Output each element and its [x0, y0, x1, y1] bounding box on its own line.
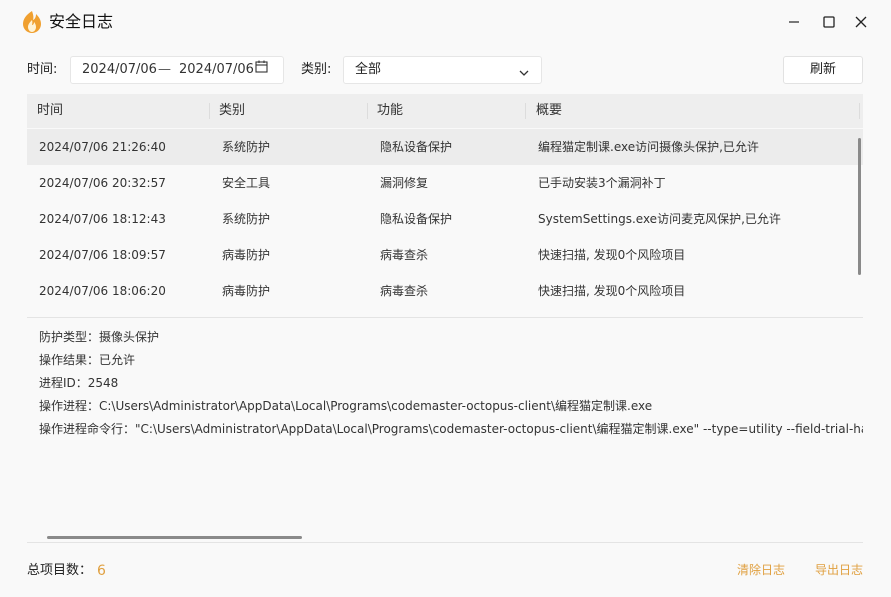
cell-summary: 已手动安装3个漏洞补丁 — [538, 176, 666, 190]
total-items-count: 6 — [97, 563, 106, 579]
cell-time: 2024/07/06 21:26:40 — [39, 140, 166, 154]
column-header-category[interactable]: 类别 — [219, 94, 245, 128]
table-row[interactable]: 2024/07/06 18:12:43 系统防护 隐私设备保护 SystemSe… — [27, 201, 863, 237]
log-table: 时间 类别 功能 概要 2024/07/06 21:26:40 系统防护 隐私设… — [27, 94, 863, 317]
filter-bar: 时间: 2024/07/06 — 2024/07/06 类别: 全部 刷新 — [0, 56, 891, 86]
close-icon — [855, 16, 867, 28]
flame-shield-icon — [22, 11, 42, 33]
cell-time: 2024/07/06 18:12:43 — [39, 212, 166, 226]
chevron-down-icon — [519, 66, 529, 81]
table-row[interactable]: 2024/07/06 21:26:40 系统防护 隐私设备保护 编程猫定制课.e… — [27, 129, 863, 165]
table-header: 时间 类别 功能 概要 — [27, 94, 863, 128]
date-to[interactable]: 2024/07/06 — [179, 57, 254, 83]
column-divider[interactable] — [367, 103, 368, 119]
minimize-button[interactable] — [779, 8, 809, 36]
detail-process-id: 进程ID：2548 — [39, 376, 119, 390]
divider — [27, 317, 863, 318]
time-filter-label: 时间: — [27, 62, 58, 77]
date-range-separator: — — [158, 62, 171, 77]
cell-time: 2024/07/06 18:06:20 — [39, 284, 166, 298]
total-items-label: 总项目数： — [27, 563, 93, 578]
column-divider[interactable] — [209, 103, 210, 119]
divider — [27, 542, 863, 543]
detail-protection-type: 防护类型：摄像头保护 — [39, 330, 160, 344]
cell-summary: 编程猫定制课.exe访问摄像头保护,已允许 — [538, 140, 759, 154]
table-vertical-scrollbar[interactable] — [858, 138, 861, 275]
table-row[interactable]: 2024/07/06 18:06:20 病毒防护 病毒查杀 快速扫描, 发现0个… — [27, 273, 863, 309]
cell-feature: 病毒查杀 — [380, 284, 429, 298]
maximize-icon — [823, 16, 835, 28]
date-range-picker[interactable]: 2024/07/06 — 2024/07/06 — [70, 56, 284, 84]
maximize-button[interactable] — [814, 8, 844, 36]
cell-category: 病毒防护 — [222, 284, 271, 298]
title-bar: 安全日志 — [0, 0, 891, 44]
detail-result: 操作结果：已允许 — [39, 353, 136, 367]
column-header-summary[interactable]: 概要 — [536, 94, 562, 128]
cell-feature: 隐私设备保护 — [380, 212, 453, 226]
cell-category: 系统防护 — [222, 212, 271, 226]
category-filter-label: 类别: — [301, 62, 332, 77]
log-detail-panel: 防护类型：摄像头保护 操作结果：已允许 进程ID：2548 操作进程：C:\Us… — [39, 326, 863, 526]
cell-summary: 快速扫描, 发现0个风险项目 — [538, 248, 686, 262]
cell-time: 2024/07/06 18:09:57 — [39, 248, 166, 262]
minimize-icon — [789, 21, 799, 23]
category-select-value: 全部 — [355, 62, 382, 77]
clear-log-link[interactable]: 清除日志 — [737, 560, 785, 580]
window-title: 安全日志 — [49, 12, 114, 31]
category-select[interactable]: 全部 — [343, 56, 542, 84]
cell-category: 安全工具 — [222, 176, 271, 190]
table-row[interactable]: 2024/07/06 18:09:57 病毒防护 病毒查杀 快速扫描, 发现0个… — [27, 237, 863, 273]
detail-horizontal-scrollbar[interactable] — [47, 536, 302, 539]
date-from[interactable]: 2024/07/06 — [82, 57, 157, 83]
cell-summary: 快速扫描, 发现0个风险项目 — [538, 284, 686, 298]
column-header-time[interactable]: 时间 — [37, 94, 63, 128]
export-log-link[interactable]: 导出日志 — [815, 560, 863, 580]
cell-feature: 漏洞修复 — [380, 176, 429, 190]
cell-category: 系统防护 — [222, 140, 271, 154]
close-button[interactable] — [846, 8, 876, 36]
cell-summary: SystemSettings.exe访问麦克风保护,已允许 — [538, 212, 781, 226]
column-divider[interactable] — [859, 103, 860, 119]
cell-feature: 隐私设备保护 — [380, 140, 453, 154]
refresh-button[interactable]: 刷新 — [783, 56, 863, 84]
column-divider[interactable] — [525, 103, 526, 119]
cell-feature: 病毒查杀 — [380, 248, 429, 262]
cell-category: 病毒防护 — [222, 248, 271, 262]
cell-time: 2024/07/06 20:32:57 — [39, 176, 166, 190]
detail-command-line: 操作进程命令行："C:\Users\Administrator\AppData\… — [39, 422, 863, 436]
calendar-icon[interactable] — [255, 57, 268, 83]
column-header-feature[interactable]: 功能 — [377, 94, 403, 128]
detail-process-path: 操作进程：C:\Users\Administrator\AppData\Loca… — [39, 399, 653, 413]
table-row[interactable]: 2024/07/06 20:32:57 安全工具 漏洞修复 已手动安装3个漏洞补… — [27, 165, 863, 201]
